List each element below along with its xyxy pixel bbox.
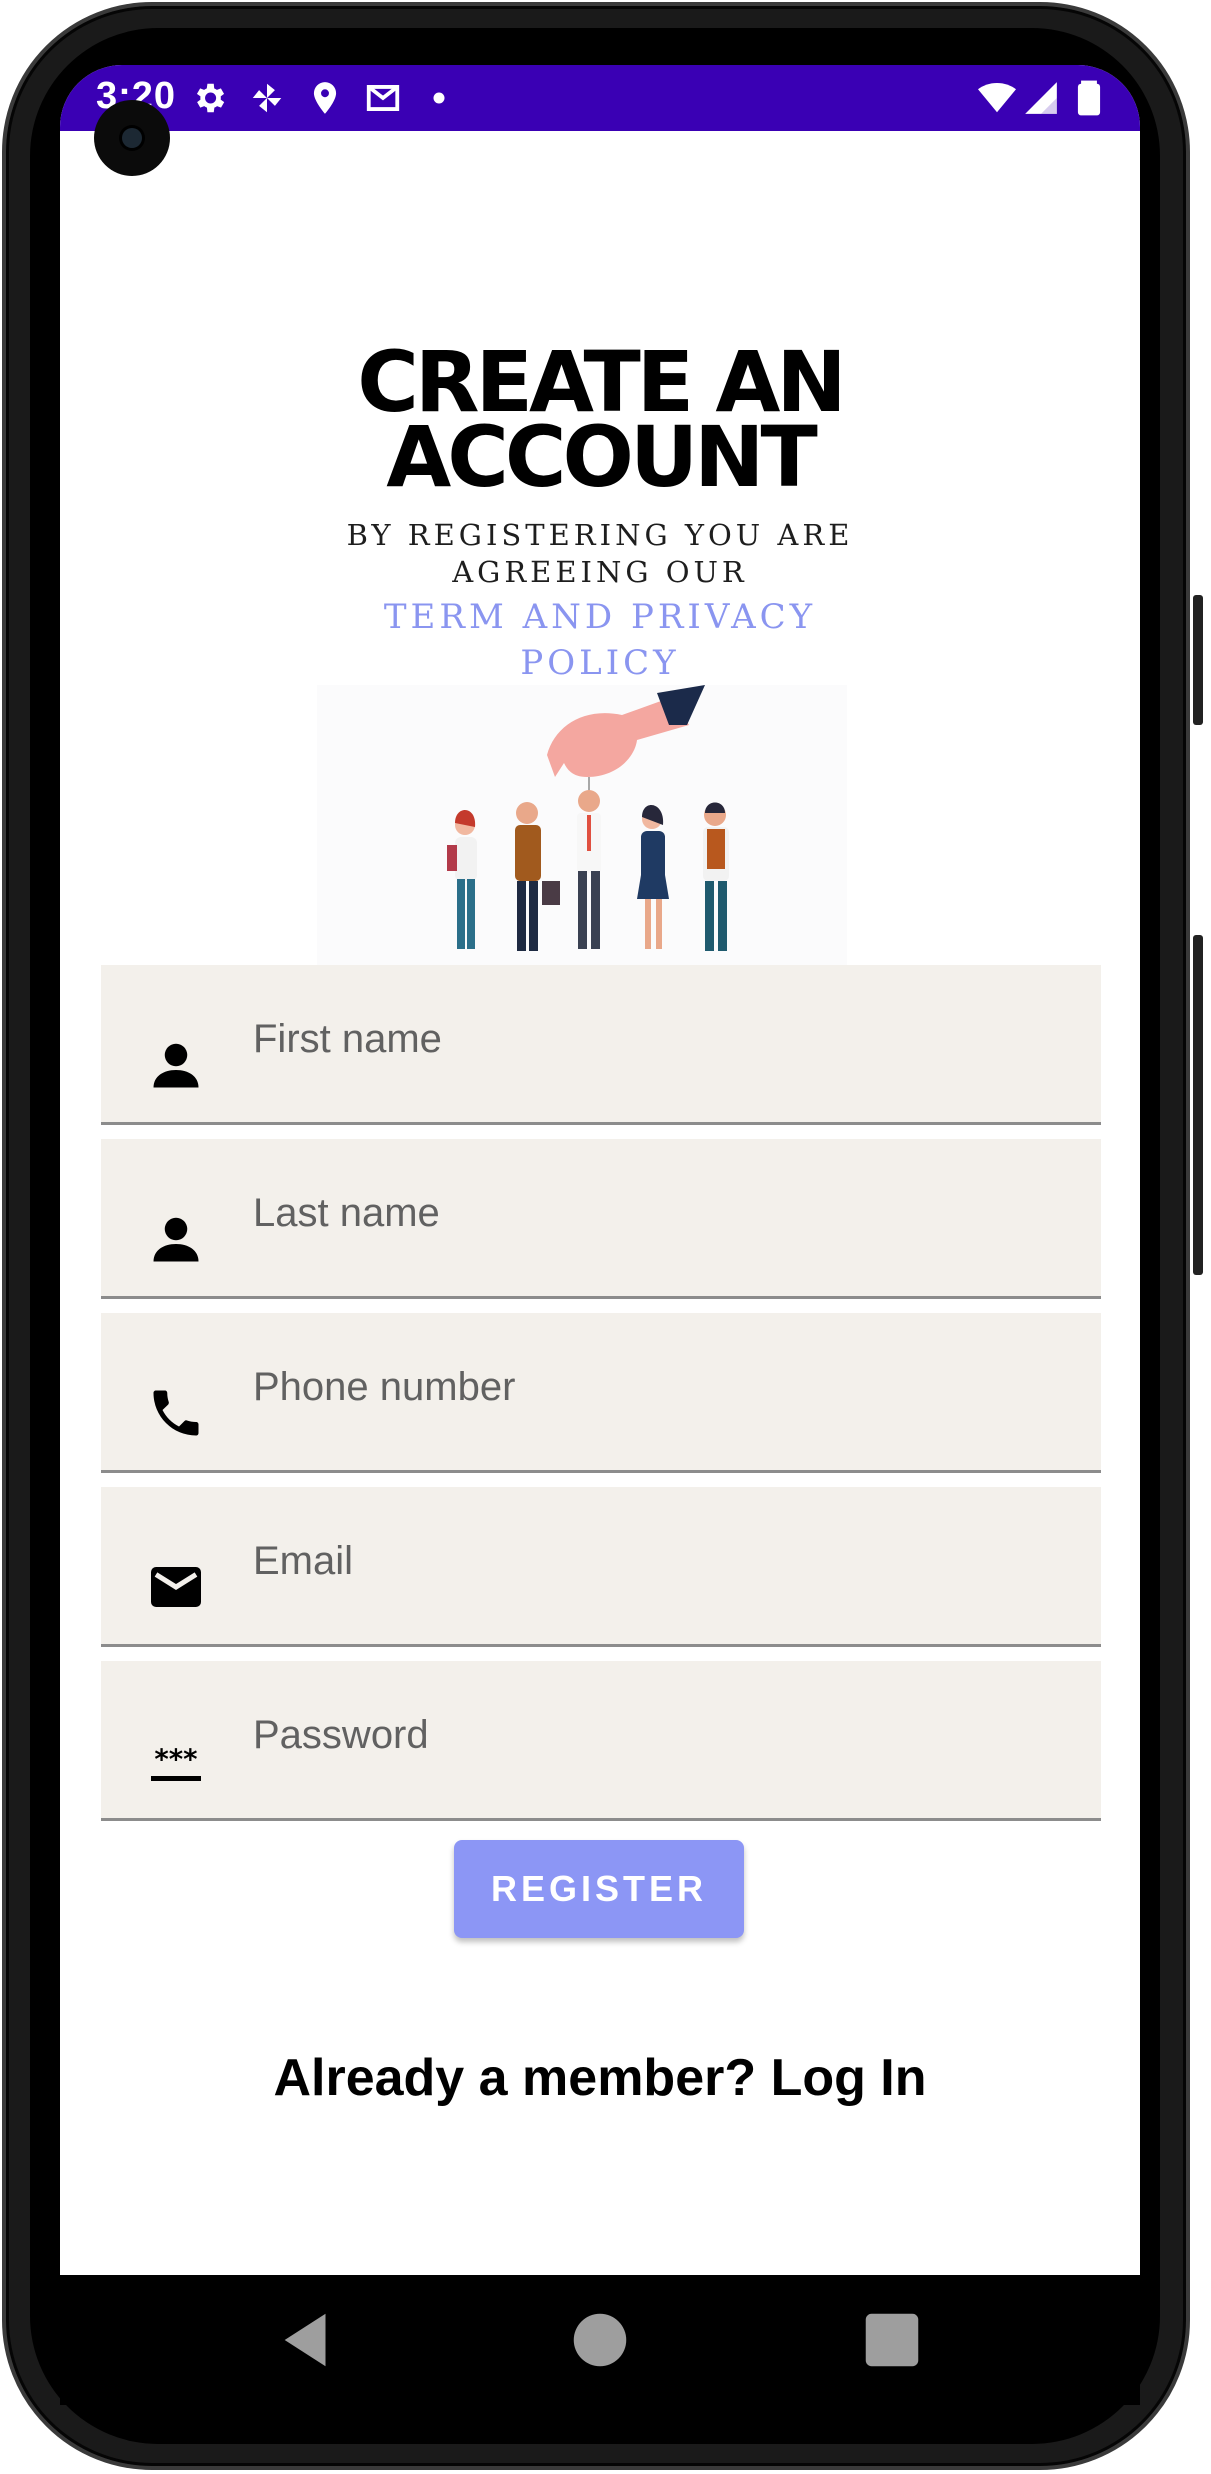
front-camera: [94, 100, 170, 176]
wifi-icon: [978, 79, 1016, 117]
settings-icon: [190, 79, 228, 117]
location-icon: [306, 79, 344, 117]
page-title-line2: ACCOUNT: [386, 408, 818, 506]
status-bar: 3:20: [60, 65, 1140, 131]
phone-number-field[interactable]: Phone number: [101, 1313, 1101, 1473]
last-name-field[interactable]: Last name: [101, 1139, 1101, 1299]
person-icon: [146, 1035, 206, 1095]
last-name-placeholder: Last name: [253, 1191, 440, 1235]
password-field[interactable]: *** Password: [101, 1661, 1101, 1821]
first-name-field[interactable]: First name: [101, 965, 1101, 1125]
home-icon[interactable]: [565, 2305, 635, 2375]
subtitle-line2: AGREEING OUR: [452, 555, 748, 589]
person-icon: [146, 1209, 206, 1269]
volume-button: [1193, 935, 1203, 1275]
email-icon: [146, 1557, 206, 1617]
policy-link-line1[interactable]: TERM AND PRIVACY: [60, 597, 1140, 637]
email-field[interactable]: Email: [101, 1487, 1101, 1647]
password-icon: ***: [146, 1731, 206, 1791]
gmail-icon: [364, 79, 402, 117]
signal-icon: [1022, 79, 1060, 117]
password-placeholder: Password: [253, 1713, 429, 1757]
subtitle-line1: BY REGISTERING YOU ARE: [346, 518, 854, 552]
register-button[interactable]: REGISTER: [454, 1840, 744, 1938]
phone-icon: [146, 1383, 206, 1443]
power-button: [1193, 595, 1203, 725]
team-illustration: [317, 685, 847, 1010]
email-placeholder: Email: [253, 1539, 354, 1583]
app-screen: 3:20 CREATE AN ACCOUNT BY REGISTERING YO…: [60, 65, 1140, 2275]
svg-text:***: ***: [154, 1744, 197, 1776]
login-link[interactable]: Already a member? Log In: [60, 2048, 1140, 2108]
dot-icon: [428, 87, 450, 109]
battery-icon: [1070, 79, 1108, 117]
pinwheel-icon: [248, 79, 286, 117]
back-icon[interactable]: [273, 2305, 343, 2375]
phone-number-placeholder: Phone number: [253, 1365, 516, 1409]
navigation-bar: [60, 2275, 1140, 2405]
policy-link-line2[interactable]: POLICY: [60, 643, 1140, 683]
first-name-placeholder: First name: [253, 1017, 442, 1061]
phone-device: 3:20 CREATE AN ACCOUNT BY REGISTERING YO…: [0, 0, 1211, 2474]
recents-icon[interactable]: [857, 2305, 927, 2375]
